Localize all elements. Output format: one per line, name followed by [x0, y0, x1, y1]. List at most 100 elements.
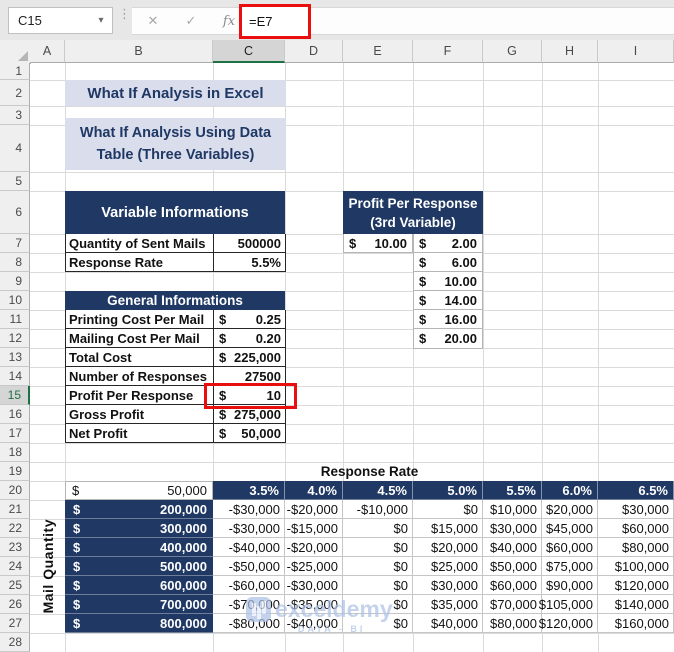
table-value-cell[interactable]: -$30,000 — [213, 519, 285, 538]
row-header-5[interactable]: 5 — [0, 172, 30, 191]
cell-label[interactable]: Mailing Cost Per Mail — [66, 329, 214, 348]
column-header-C[interactable]: C — [213, 40, 285, 63]
cell-value[interactable]: $0.20 — [214, 329, 286, 348]
table-value-cell[interactable]: -$40,000 — [285, 614, 343, 633]
cell-value[interactable]: $225,000 — [214, 348, 286, 367]
table-value-cell[interactable]: $20,000 — [542, 500, 598, 519]
name-box-dropdown-icon[interactable]: ▾ — [90, 15, 112, 26]
table-value-cell[interactable]: $30,000 — [413, 576, 483, 595]
table-value-cell[interactable]: $90,000 — [542, 576, 598, 595]
table-value-cell[interactable]: $30,000 — [598, 500, 674, 519]
third-variable-option-cell[interactable]: $10.00 — [414, 272, 482, 291]
table-value-cell[interactable]: $0 — [343, 595, 413, 614]
row-header-1[interactable]: 1 — [0, 63, 30, 80]
row-header-19[interactable]: 19 — [0, 462, 30, 481]
table-value-cell[interactable]: $0 — [343, 557, 413, 576]
table-value-cell[interactable]: $50,000 — [483, 557, 542, 576]
column-header-B[interactable]: B — [65, 40, 213, 63]
row-header-2[interactable]: 2 — [0, 80, 30, 106]
rate-header-cell[interactable]: 6.0% — [542, 481, 598, 500]
table-value-cell[interactable]: -$25,000 — [285, 557, 343, 576]
column-header-H[interactable]: H — [542, 40, 598, 63]
table-value-cell[interactable]: $100,000 — [598, 557, 674, 576]
table-value-cell[interactable]: $30,000 — [483, 519, 542, 538]
table-value-cell[interactable]: -$20,000 — [285, 538, 343, 557]
rate-header-cell[interactable]: 4.5% — [343, 481, 413, 500]
row-header-14[interactable]: 14 — [0, 367, 30, 386]
row-header-8[interactable]: 8 — [0, 253, 30, 272]
table-value-cell[interactable]: $0 — [343, 576, 413, 595]
cell-value[interactable]: $0.25 — [214, 310, 286, 329]
table-corner-cell[interactable]: $50,000 — [65, 481, 213, 500]
column-header-D[interactable]: D — [285, 40, 343, 63]
table-value-cell[interactable]: -$20,000 — [285, 500, 343, 519]
cancel-icon[interactable]: ✕ — [138, 8, 168, 34]
row-header-6[interactable]: 6 — [0, 191, 30, 234]
column-header-I[interactable]: I — [598, 40, 674, 63]
table-value-cell[interactable]: $160,000 — [598, 614, 674, 633]
row-header-25[interactable]: 25 — [0, 576, 30, 595]
table-value-cell[interactable]: -$40,000 — [213, 538, 285, 557]
column-header-E[interactable]: E — [343, 40, 413, 63]
cell-label[interactable]: Gross Profit — [66, 405, 214, 424]
row-header-20[interactable]: 20 — [0, 481, 30, 500]
row-header-17[interactable]: 17 — [0, 424, 30, 443]
quantity-header-cell[interactable]: $600,000 — [65, 576, 213, 595]
quantity-header-cell[interactable]: $500,000 — [65, 557, 213, 576]
rate-header-cell[interactable]: 6.5% — [598, 481, 674, 500]
table-value-cell[interactable]: -$35,000 — [285, 595, 343, 614]
row-header-7[interactable]: 7 — [0, 234, 30, 253]
row-header-22[interactable]: 22 — [0, 519, 30, 538]
rate-header-cell[interactable]: 5.5% — [483, 481, 542, 500]
third-variable-selected-cell[interactable]: $ 10.00 — [343, 234, 413, 253]
name-box[interactable]: C15 ▾ — [8, 7, 113, 34]
table-value-cell[interactable]: $60,000 — [483, 576, 542, 595]
table-value-cell[interactable]: $140,000 — [598, 595, 674, 614]
row-header-24[interactable]: 24 — [0, 557, 30, 576]
cell-label[interactable]: Net Profit — [66, 424, 214, 443]
table-value-cell[interactable]: $15,000 — [413, 519, 483, 538]
cell-value[interactable]: 5.5% — [214, 253, 286, 272]
cell-label[interactable]: Profit Per Response — [66, 386, 214, 405]
row-header-12[interactable]: 12 — [0, 329, 30, 348]
row-header-28[interactable]: 28 — [0, 633, 30, 652]
column-header-G[interactable]: G — [483, 40, 542, 63]
table-value-cell[interactable]: -$80,000 — [213, 614, 285, 633]
cell-label[interactable]: Quantity of Sent Mails — [66, 234, 214, 253]
table-value-cell[interactable]: $120,000 — [539, 614, 598, 633]
rate-header-cell[interactable]: 4.0% — [285, 481, 343, 500]
rate-header-cell[interactable]: 3.5% — [213, 481, 285, 500]
row-header-18[interactable]: 18 — [0, 443, 30, 462]
row-header-21[interactable]: 21 — [0, 500, 30, 519]
rate-header-cell[interactable]: 5.0% — [413, 481, 483, 500]
row-header-3[interactable]: 3 — [0, 106, 30, 125]
cell-label[interactable]: Printing Cost Per Mail — [66, 310, 214, 329]
table-value-cell[interactable]: $0 — [343, 538, 413, 557]
quantity-header-cell[interactable]: $300,000 — [65, 519, 213, 538]
select-all-corner[interactable] — [0, 40, 31, 64]
third-variable-option-cell[interactable]: $6.00 — [414, 253, 482, 272]
table-value-cell[interactable]: $60,000 — [542, 538, 598, 557]
column-header-A[interactable]: A — [30, 40, 65, 63]
cell-value[interactable]: $50,000 — [214, 424, 286, 443]
row-header-4[interactable]: 4 — [0, 125, 30, 172]
table-value-cell[interactable]: $40,000 — [413, 614, 483, 633]
table-value-cell[interactable]: $80,000 — [598, 538, 674, 557]
table-value-cell[interactable]: -$50,000 — [213, 557, 285, 576]
table-value-cell[interactable]: $20,000 — [413, 538, 483, 557]
row-header-10[interactable]: 10 — [0, 291, 30, 310]
table-value-cell[interactable]: -$30,000 — [213, 500, 285, 519]
third-variable-option-cell[interactable]: $2.00 — [414, 234, 482, 253]
row-header-15[interactable]: 15 — [0, 386, 30, 405]
table-value-cell[interactable]: $120,000 — [598, 576, 674, 595]
table-value-cell[interactable]: $45,000 — [542, 519, 598, 538]
third-variable-option-cell[interactable]: $14.00 — [414, 291, 482, 310]
row-header-26[interactable]: 26 — [0, 595, 30, 614]
table-value-cell[interactable]: $105,000 — [539, 595, 598, 614]
table-value-cell[interactable]: $35,000 — [413, 595, 483, 614]
column-header-F[interactable]: F — [413, 40, 483, 63]
enter-icon[interactable]: ✓ — [176, 8, 206, 34]
row-header-23[interactable]: 23 — [0, 538, 30, 557]
row-header-16[interactable]: 16 — [0, 405, 30, 424]
name-box-cell-ref[interactable]: C15 — [9, 13, 90, 28]
